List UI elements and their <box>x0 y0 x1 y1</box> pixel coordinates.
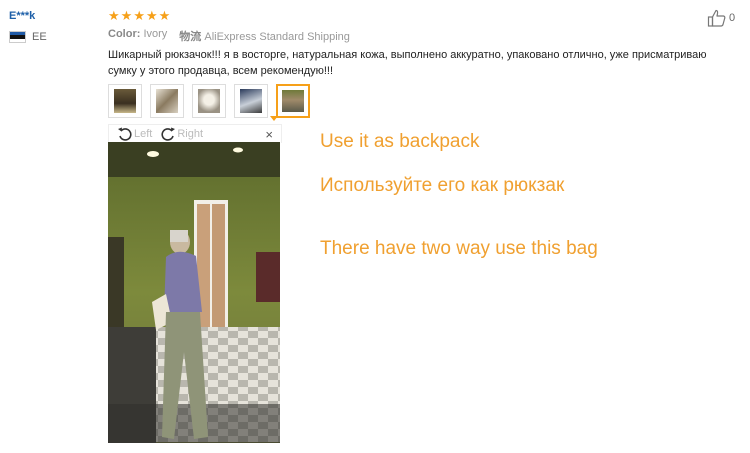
photo-thumbnails <box>108 84 310 118</box>
shipping-info: 物流 AliExpress Standard Shipping <box>179 28 350 44</box>
active-thumbnail-caret <box>270 116 278 121</box>
shipping-label: 物流 <box>179 31 202 43</box>
review-meta: Color: Ivory 物流 AliExpress Standard Ship… <box>108 28 350 44</box>
rotate-left-button[interactable]: Left <box>117 126 152 142</box>
thumbnail-photo-4[interactable] <box>234 84 268 118</box>
country-code: EE <box>32 31 47 43</box>
thumbnail-photo-2[interactable] <box>150 84 184 118</box>
star-icon: ★ <box>133 8 145 23</box>
close-icon[interactable]: × <box>265 127 273 142</box>
photo-viewer-toolbar: Left Right × <box>108 124 282 143</box>
caption-backpack-en: Use it as backpack <box>320 131 480 152</box>
rotate-left-label: Left <box>134 128 153 140</box>
star-icon: ★ <box>120 8 133 23</box>
star-rating: ★ ★ ★ ★ ★ <box>108 9 170 23</box>
rotate-right-button[interactable]: Right <box>160 126 203 142</box>
rotate-right-label: Right <box>177 128 204 140</box>
star-icon: ★ <box>108 8 120 23</box>
thumbnail-photo-1[interactable] <box>108 84 142 118</box>
caption-backpack-ru: Используйте его как рюкзак <box>320 175 565 196</box>
reviewer-country: EE <box>9 31 47 43</box>
shipping-value: AliExpress Standard Shipping <box>204 31 350 43</box>
color-value: Ivory <box>143 28 168 40</box>
review-photo[interactable] <box>108 142 280 443</box>
rotate-right-icon <box>161 127 176 141</box>
rotate-left-icon <box>118 127 132 141</box>
caption-two-ways: There have two way use this bag <box>320 238 598 259</box>
color-label: Color: <box>108 28 141 40</box>
thumb-up-icon[interactable] <box>707 8 727 28</box>
thumbnail-photo-5[interactable] <box>276 84 310 118</box>
flag-icon <box>9 31 26 43</box>
star-icon: ★ <box>158 8 171 23</box>
like-count: 0 <box>729 12 736 24</box>
review-text: Шикарный рюкзачок!!! я в восторге, натур… <box>108 49 707 77</box>
star-icon: ★ <box>145 8 158 23</box>
reviewer-name: E***k <box>9 10 36 22</box>
color-info: Color: Ivory <box>108 28 167 44</box>
thumbnail-photo-3[interactable] <box>192 84 226 118</box>
